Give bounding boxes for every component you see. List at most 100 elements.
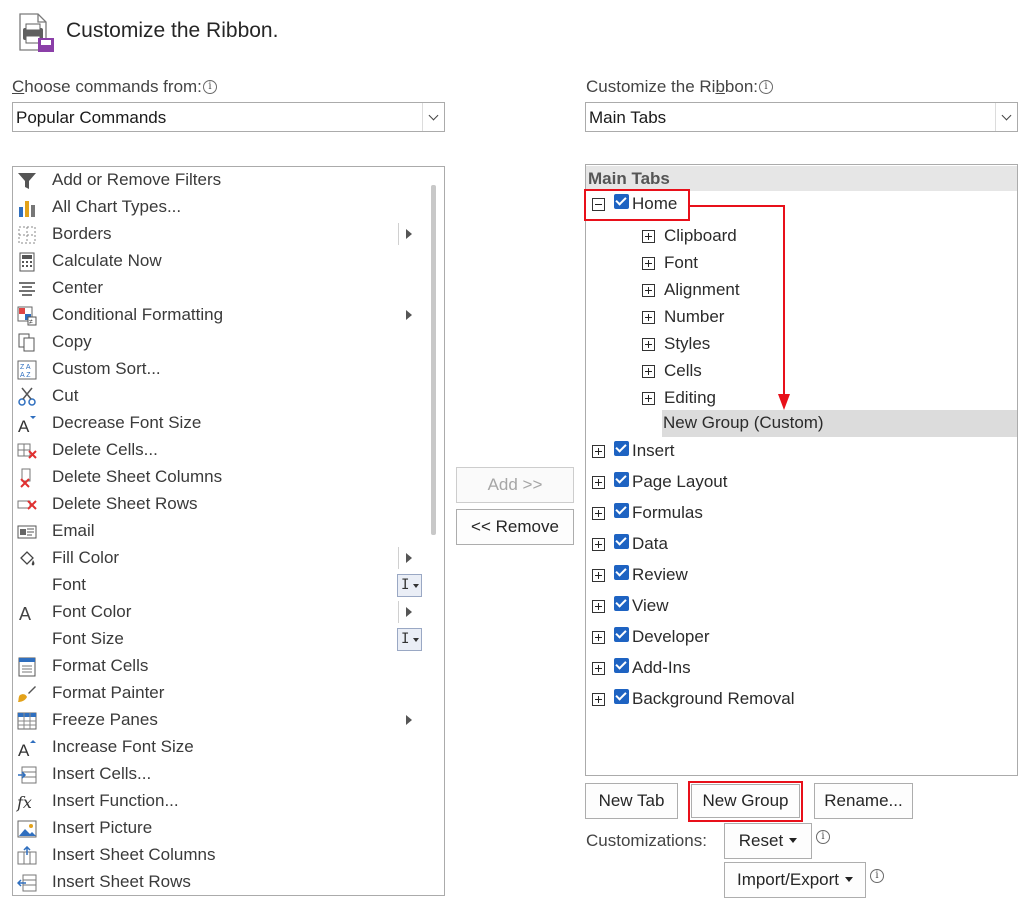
- import-export-dropdown[interactable]: Import/Export: [724, 862, 866, 898]
- add-button[interactable]: Add >>: [456, 467, 574, 503]
- list-item[interactable]: Delete Cells...: [13, 437, 425, 464]
- chevron-down-icon[interactable]: [422, 103, 444, 131]
- tree-tab-item[interactable]: Insert: [586, 439, 1017, 466]
- ribbon-tabs-tree[interactable]: Main Tabs Home Clipboard Font Alignment Numb…: [585, 164, 1018, 776]
- tree-group-item[interactable]: Font: [586, 251, 1017, 278]
- expand-icon[interactable]: [592, 693, 605, 706]
- tree-item-label: View: [632, 596, 669, 615]
- expand-icon[interactable]: [592, 631, 605, 644]
- tree-tab-item[interactable]: Data: [586, 532, 1017, 559]
- tree-group-item[interactable]: Editing: [586, 386, 1017, 413]
- list-item[interactable]: All Chart Types...: [13, 194, 425, 221]
- list-item[interactable]: Font I: [13, 572, 425, 599]
- expand-icon[interactable]: [642, 257, 655, 270]
- info-icon[interactable]: i: [759, 80, 773, 94]
- chevron-down-icon[interactable]: [995, 103, 1017, 131]
- list-item[interactable]: Email: [13, 518, 425, 545]
- expand-icon[interactable]: [642, 230, 655, 243]
- list-item[interactable]: A Font Color: [13, 599, 425, 626]
- tree-tab-item[interactable]: Developer: [586, 625, 1017, 652]
- list-item[interactable]: Font Size I: [13, 626, 425, 653]
- checkbox[interactable]: [614, 658, 629, 673]
- list-item[interactable]: Z AA Z Custom Sort...: [13, 356, 425, 383]
- choose-commands-select[interactable]: Popular Commands: [12, 102, 445, 132]
- expand-icon[interactable]: [592, 662, 605, 675]
- expand-icon[interactable]: [592, 600, 605, 613]
- filter-icon: [16, 170, 38, 191]
- tree-group-item[interactable]: Number: [586, 305, 1017, 332]
- expand-icon[interactable]: [642, 284, 655, 297]
- list-item[interactable]: ≠ Conditional Formatting: [13, 302, 425, 329]
- tree-group-item[interactable]: Clipboard: [586, 224, 1017, 251]
- reset-dropdown[interactable]: Reset: [724, 823, 812, 859]
- expand-icon[interactable]: [642, 311, 655, 324]
- svg-text:fx: fx: [16, 793, 32, 812]
- expand-icon[interactable]: [592, 507, 605, 520]
- expand-icon[interactable]: [592, 445, 605, 458]
- tree-tab-item[interactable]: Add-Ins: [586, 656, 1017, 683]
- chart-icon: [16, 197, 38, 218]
- import-export-label: Import/Export: [736, 870, 840, 889]
- list-item-label: Custom Sort...: [52, 359, 161, 378]
- expand-icon[interactable]: [642, 338, 655, 351]
- tree-item-new-group[interactable]: New Group (Custom): [586, 411, 1017, 438]
- list-item[interactable]: Insert Cells...: [13, 761, 425, 788]
- tree-tab-item[interactable]: View: [586, 594, 1017, 621]
- commands-list[interactable]: Add or Remove Filters All Chart Types... B…: [12, 166, 445, 896]
- list-item[interactable]: Delete Sheet Rows: [13, 491, 425, 518]
- tree-tab-item[interactable]: Review: [586, 563, 1017, 590]
- tree-tab-item[interactable]: Page Layout: [586, 470, 1017, 497]
- list-item[interactable]: Delete Sheet Columns: [13, 464, 425, 491]
- checkbox[interactable]: [614, 627, 629, 642]
- list-item[interactable]: Format Painter: [13, 680, 425, 707]
- expand-icon[interactable]: [592, 538, 605, 551]
- list-item-label: Insert Sheet Columns: [52, 845, 216, 864]
- tree-tab-item[interactable]: Background Removal: [586, 687, 1017, 714]
- checkbox[interactable]: [614, 689, 629, 704]
- list-item[interactable]: A Decrease Font Size: [13, 410, 425, 437]
- submenu-arrow-icon: [406, 607, 412, 617]
- list-scrollbar[interactable]: [431, 185, 436, 535]
- tree-group-item[interactable]: Alignment: [586, 278, 1017, 305]
- list-item[interactable]: Add or Remove Filters: [13, 167, 425, 194]
- center-align-icon: [16, 278, 38, 299]
- customize-ribbon-select[interactable]: Main Tabs: [585, 102, 1018, 132]
- remove-button[interactable]: << Remove: [456, 509, 574, 545]
- list-item[interactable]: Insert Sheet Columns: [13, 842, 425, 869]
- checkbox[interactable]: [614, 472, 629, 487]
- list-item[interactable]: Format Cells: [13, 653, 425, 680]
- expand-icon[interactable]: [592, 569, 605, 582]
- expand-icon[interactable]: [642, 365, 655, 378]
- checkbox[interactable]: [614, 441, 629, 456]
- list-item[interactable]: Fill Color: [13, 545, 425, 572]
- list-item[interactable]: Insert Sheet Rows: [13, 869, 425, 895]
- list-item[interactable]: A Increase Font Size: [13, 734, 425, 761]
- checkbox[interactable]: [614, 534, 629, 549]
- tree-group-item[interactable]: Cells: [586, 359, 1017, 386]
- expand-icon[interactable]: [642, 392, 655, 405]
- checkbox[interactable]: [614, 503, 629, 518]
- page-title: Customize the Ribbon.: [66, 19, 279, 42]
- list-item[interactable]: fx Insert Function...: [13, 788, 425, 815]
- info-icon[interactable]: i: [202, 80, 217, 94]
- tree-tab-item[interactable]: Formulas: [586, 501, 1017, 528]
- checkbox[interactable]: [614, 565, 629, 580]
- info-icon[interactable]: i: [816, 830, 830, 844]
- tree-group-item[interactable]: Styles: [586, 332, 1017, 359]
- expand-icon[interactable]: [592, 476, 605, 489]
- new-tab-button[interactable]: New Tab: [585, 783, 678, 819]
- list-item[interactable]: Copy: [13, 329, 425, 356]
- checkbox[interactable]: [614, 596, 629, 611]
- svg-text:A: A: [18, 741, 30, 758]
- divider: [398, 223, 399, 245]
- rename-button[interactable]: Rename...: [814, 783, 913, 819]
- list-item[interactable]: Freeze Panes: [13, 707, 425, 734]
- list-item[interactable]: Center: [13, 275, 425, 302]
- list-item[interactable]: Borders: [13, 221, 425, 248]
- list-item[interactable]: Calculate Now: [13, 248, 425, 275]
- info-icon[interactable]: i: [870, 869, 884, 883]
- list-item[interactable]: Cut: [13, 383, 425, 410]
- list-item[interactable]: Insert Picture: [13, 815, 425, 842]
- new-group-button[interactable]: New Group: [691, 784, 800, 818]
- list-item-label: Delete Sheet Columns: [52, 467, 223, 486]
